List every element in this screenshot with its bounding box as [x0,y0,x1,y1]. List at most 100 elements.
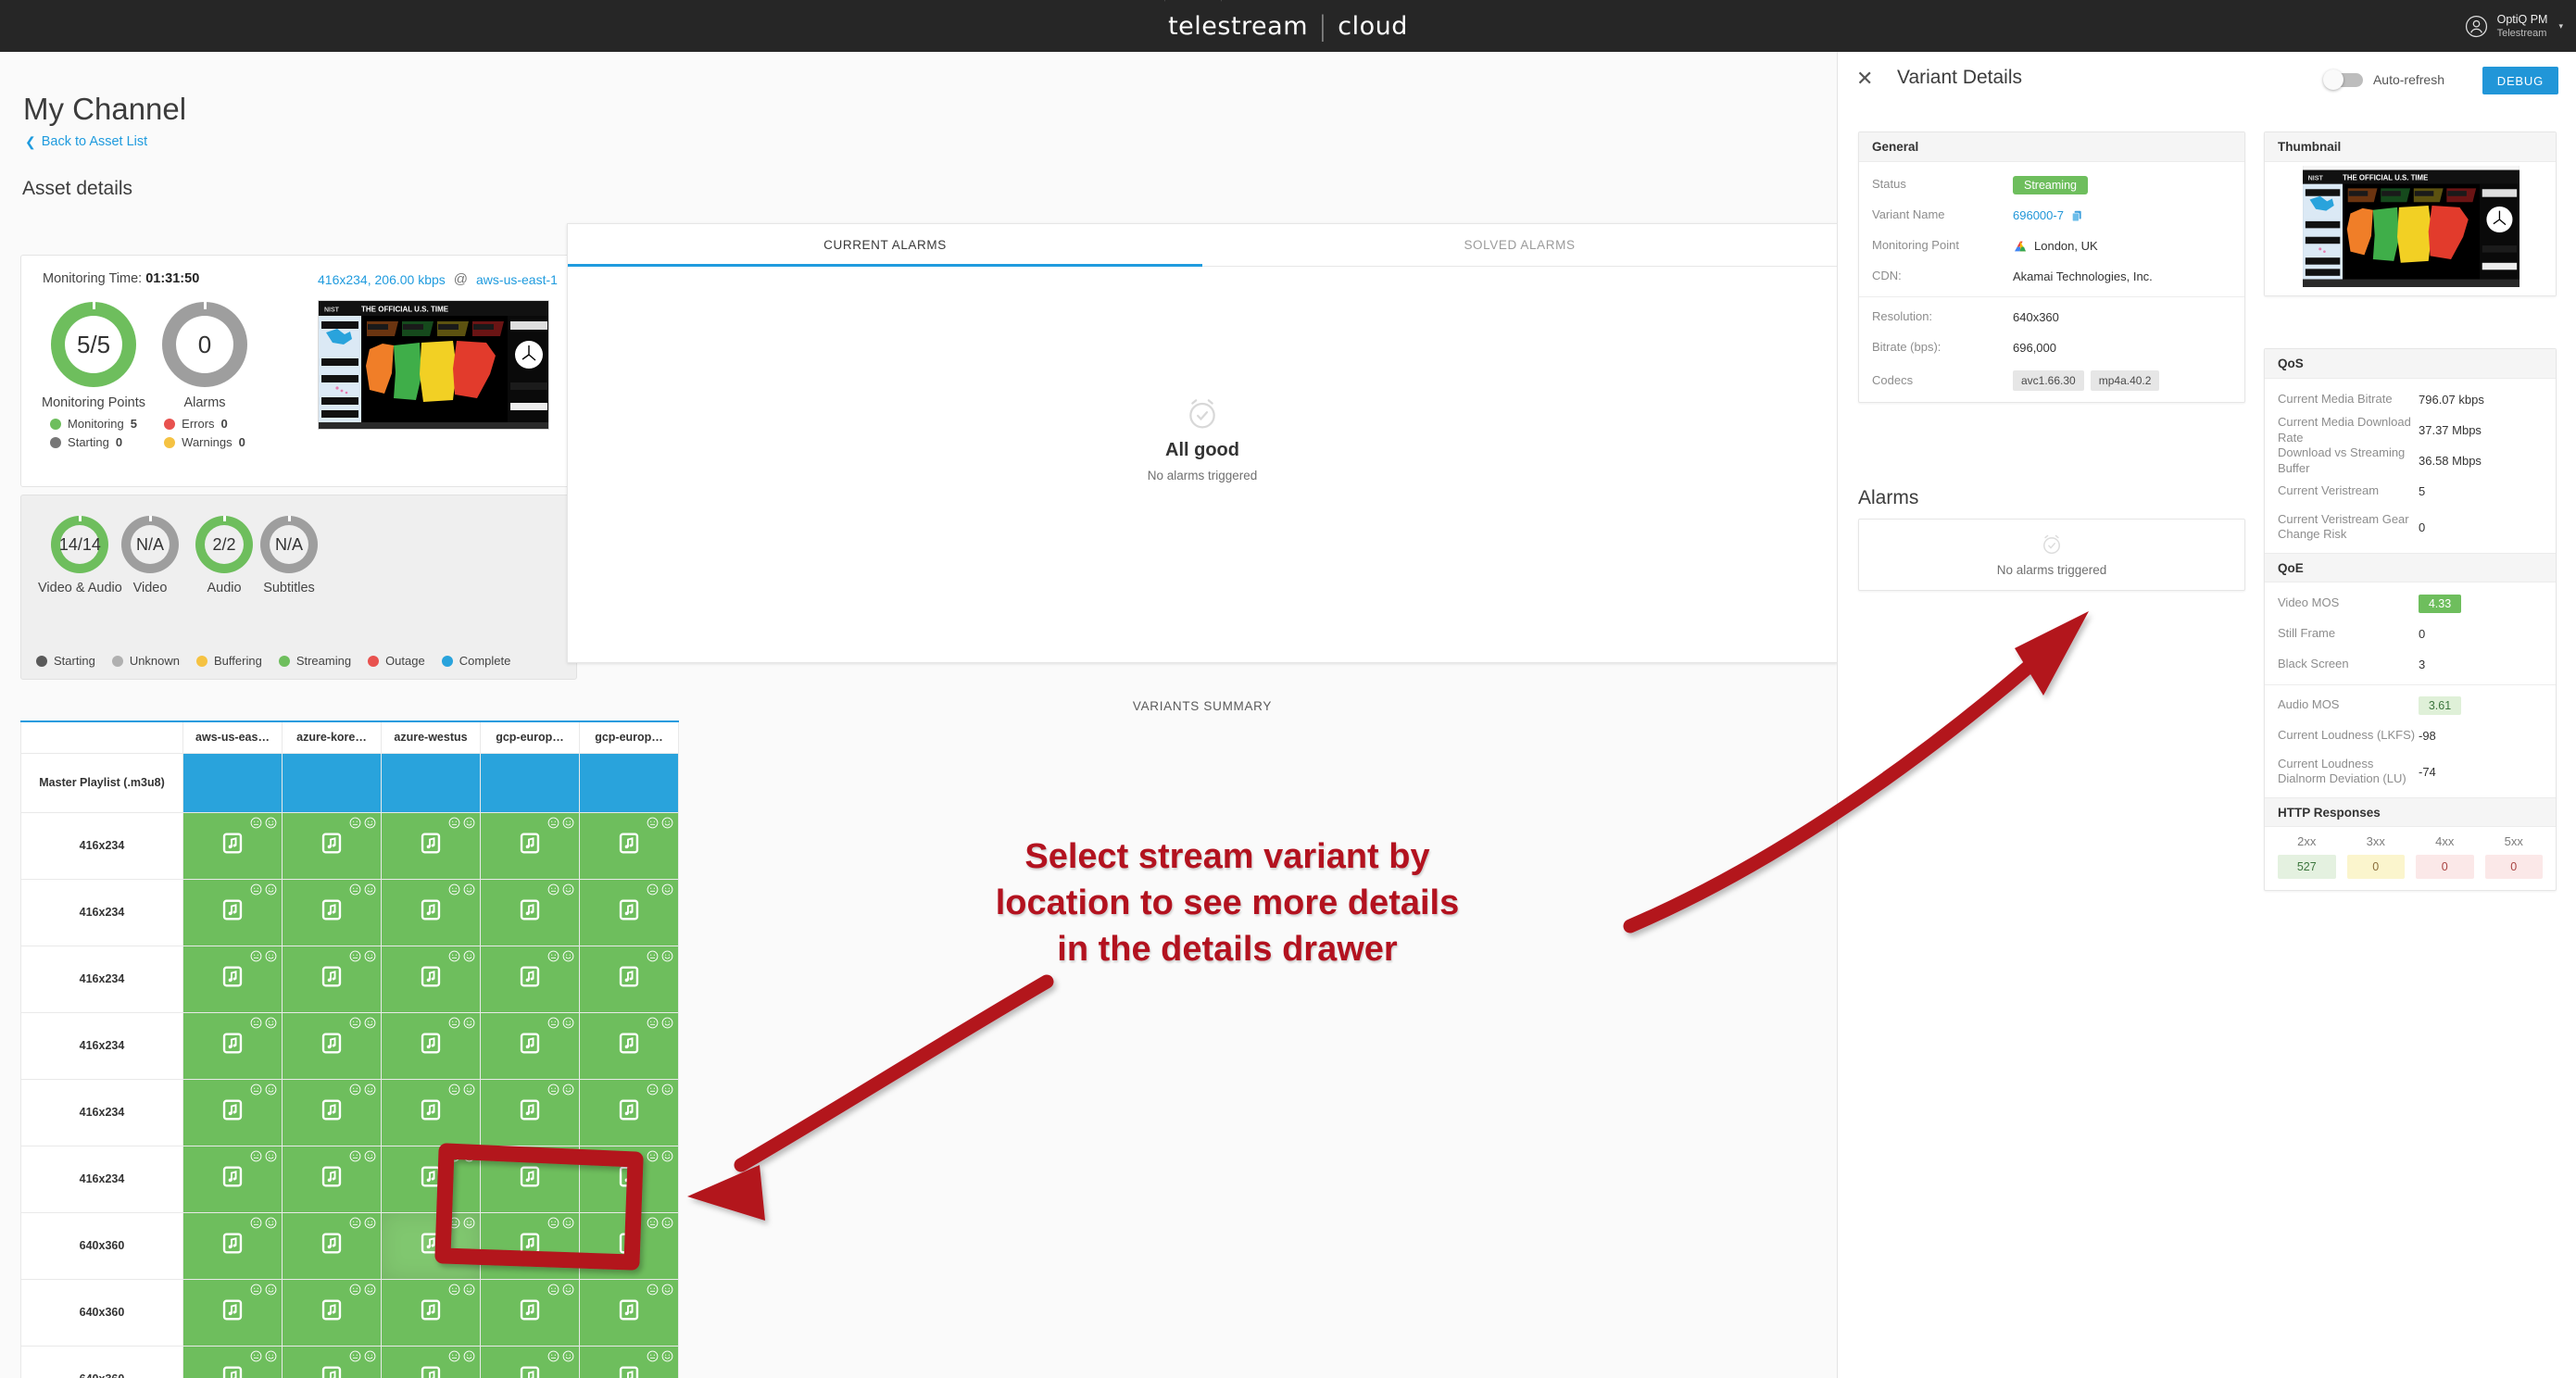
http-column-3xx: 3xx 0 [2346,834,2405,879]
variant-cell[interactable] [282,811,382,880]
auto-refresh-control[interactable]: Auto-refresh [2322,69,2444,90]
variant-cell[interactable] [282,1011,382,1080]
variant-cell[interactable] [381,1011,481,1080]
master-playlist-cell[interactable] [579,752,679,813]
variant-cell[interactable] [579,1278,679,1347]
chevron-down-icon[interactable]: ▾ [2558,21,2563,31]
tab-current-alarms[interactable]: CURRENT ALARMS [568,224,1202,266]
variant-cell[interactable] [282,1278,382,1347]
smiley-face-icon [364,1017,376,1028]
variant-cell[interactable] [182,1145,283,1213]
master-playlist-cell[interactable] [282,752,382,813]
variant-cell[interactable] [480,945,580,1013]
column-header-aws-us-eas-[interactable]: aws-us-eas… [182,720,283,754]
top-navbar: telestream | cloud OptiQ PM Telestream ▾ [0,0,2576,52]
variant-cell[interactable] [381,945,481,1013]
variant-cell[interactable] [182,811,283,880]
variant-cell[interactable] [381,1078,481,1146]
variant-cell[interactable] [282,1345,382,1378]
cell-status-icons [448,1284,475,1296]
variant-cell[interactable] [182,1345,283,1378]
variant-cell[interactable] [480,1011,580,1080]
status-legend-item: Unknown [111,654,180,668]
copy-icon[interactable] [2070,209,2083,222]
legend-count: 0 [238,435,245,449]
tab-solved-alarms[interactable]: SOLVED ALARMS [1202,224,1837,266]
gauge-video: N/A Video [121,516,179,595]
master-playlist-cell[interactable] [480,752,580,813]
master-playlist-cell[interactable] [381,752,481,813]
variant-cell[interactable] [182,878,283,946]
variant-cell[interactable] [579,1011,679,1080]
variant-cell[interactable] [381,1345,481,1378]
close-icon[interactable]: ✕ [1856,69,1873,89]
variant-cell[interactable] [579,945,679,1013]
variant-cell[interactable] [182,1278,283,1347]
master-playlist-cell[interactable] [182,752,283,813]
stream-region[interactable]: aws-us-east-1 [476,272,558,287]
neutral-face-icon [349,1217,361,1228]
variant-cell[interactable] [480,1278,580,1347]
variant-cell[interactable] [579,1211,679,1280]
debug-button[interactable]: DEBUG [2482,67,2558,94]
auto-refresh-toggle[interactable] [2322,69,2363,90]
variant-cell[interactable] [480,811,580,880]
variant-cell[interactable] [381,1145,481,1213]
variant-cell[interactable] [182,1011,283,1080]
variant-cell[interactable] [480,878,580,946]
neutral-face-icon [647,1284,659,1295]
back-to-asset-list-link[interactable]: ❮ Back to Asset List [25,134,147,149]
column-header-gcp-europ-[interactable]: gcp-europ… [480,720,580,754]
user-menu[interactable]: OptiQ PM Telestream ▾ [2465,0,2563,52]
variant-cell-selected[interactable] [381,1211,481,1280]
bitrate-value: 696,000 [2013,341,2056,355]
cell-status-icons [349,1017,376,1029]
cell-status-icons [448,1350,475,1362]
donut-chart: N/A [121,516,179,573]
video-audio-media-icon [321,1233,342,1254]
variant-cell[interactable] [182,1211,283,1280]
variant-cell[interactable] [282,878,382,946]
variant-cell[interactable] [579,878,679,946]
variant-cell[interactable] [480,1145,580,1213]
variant-cell[interactable] [282,1211,382,1280]
column-header-azure-westus[interactable]: azure-westus [381,720,481,754]
user-org: Telestream [2496,27,2547,39]
status-legend: Starting Unknown Buffering Streaming Outage C… [36,654,510,668]
variant-cell[interactable] [381,878,481,946]
variant-cell[interactable] [579,1345,679,1378]
variant-cell[interactable] [282,1078,382,1146]
column-header-azure-kore-[interactable]: azure-kore… [282,720,382,754]
neutral-face-icon [250,817,262,828]
variant-cell[interactable] [182,945,283,1013]
legend-count: 0 [115,435,123,449]
variant-cell[interactable] [480,1211,580,1280]
cell-status-icons [647,1284,673,1296]
variant-cell[interactable] [381,811,481,880]
http-heading: HTTP Responses [2265,797,2556,827]
row-label: 416x234 [20,1078,183,1146]
stream-spec[interactable]: 416x234, 206.00 kbps [318,272,446,287]
status-legend-item: Complete [441,654,510,668]
variant-cell[interactable] [579,811,679,880]
variant-cell[interactable] [182,1078,283,1146]
variant-cell[interactable] [381,1278,481,1347]
cell-status-icons [547,1217,574,1229]
cell-status-icons [250,1217,277,1229]
thumbnail-image-wrap[interactable]: THE OFFICIAL U.S. TIME NIST [2265,162,2556,295]
column-header-gcp-europ-[interactable]: gcp-europ… [579,720,679,754]
variant-cell[interactable] [579,1078,679,1146]
variant-cell[interactable] [480,1078,580,1146]
general-panel: General Status Streaming Variant Name 69… [1858,132,2245,403]
smiley-face-icon [562,1017,574,1028]
qoe-heading: QoE [2265,553,2556,583]
variant-cell[interactable] [480,1345,580,1378]
asset-thumbnail[interactable]: THE OFFICIAL U.S. TIME NIST [318,300,549,430]
variant-cell[interactable] [282,1145,382,1213]
variant-cell[interactable] [579,1145,679,1213]
variant-name-value[interactable]: 696000-7 [2013,208,2064,222]
variant-cell[interactable] [282,945,382,1013]
qos-heading: QoS [2265,349,2556,379]
neutral-face-icon [448,950,460,961]
row-value: 796.07 kbps [2419,393,2484,407]
